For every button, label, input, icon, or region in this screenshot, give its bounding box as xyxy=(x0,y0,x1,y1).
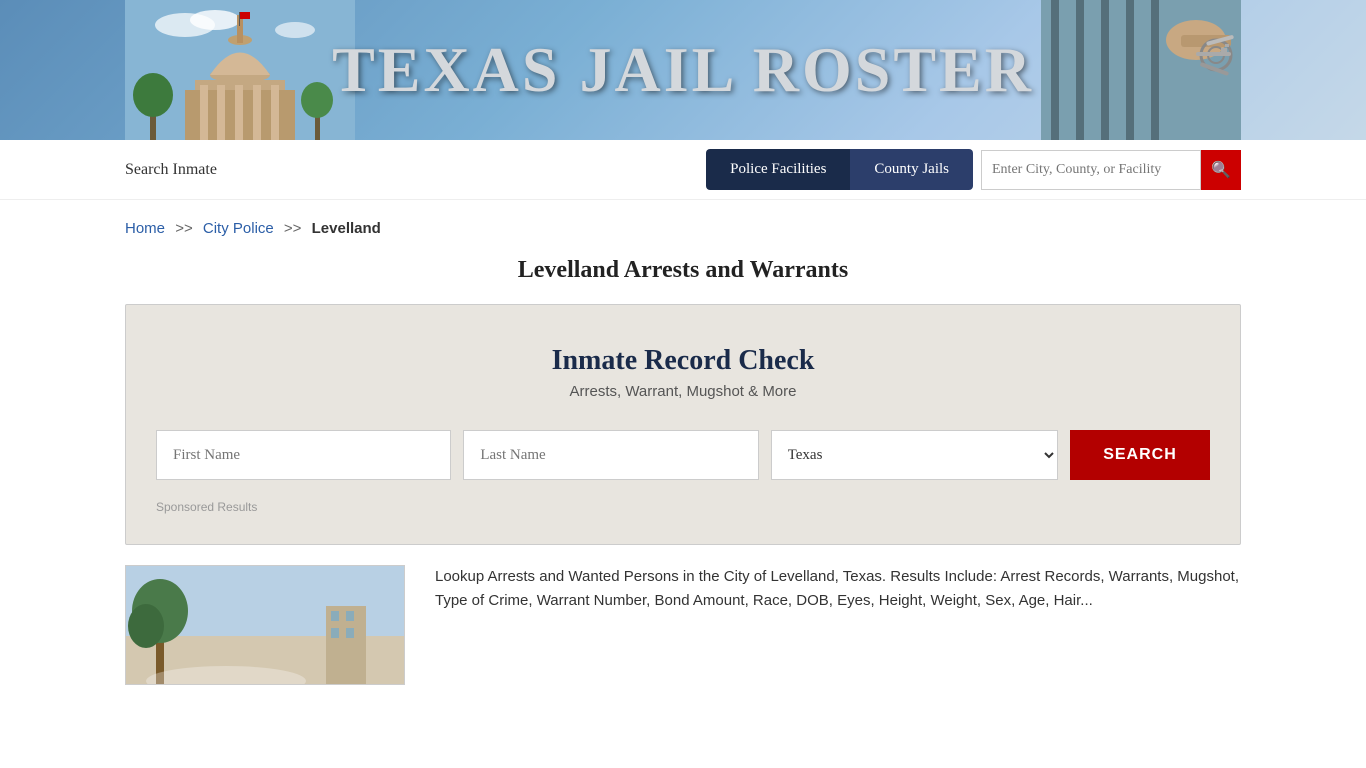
county-jails-button[interactable]: County Jails xyxy=(850,149,973,190)
breadcrumb-separator-1: >> xyxy=(175,220,193,237)
inmate-search-form: AlabamaAlaskaArizonaArkansasCaliforniaCo… xyxy=(156,430,1210,480)
inmate-search-button[interactable]: SEARCH xyxy=(1070,430,1210,480)
facility-search-input[interactable] xyxy=(981,150,1201,190)
search-inmate-label: Search Inmate xyxy=(125,161,217,179)
capitol-image xyxy=(125,0,355,140)
keys-image xyxy=(1041,0,1241,140)
page-title: Levelland Arrests and Warrants xyxy=(125,257,1241,284)
sponsored-label: Sponsored Results xyxy=(156,500,1210,514)
bottom-content: Lookup Arrests and Wanted Persons in the… xyxy=(0,545,1366,705)
header-banner: Texas Jail Roster xyxy=(0,0,1366,140)
record-check-subtitle: Arrests, Warrant, Mugshot & More xyxy=(156,383,1210,400)
breadcrumb-current: Levelland xyxy=(312,220,381,237)
site-title: Texas Jail Roster xyxy=(332,33,1034,107)
breadcrumb-city-police[interactable]: City Police xyxy=(203,220,274,237)
facility-search-button[interactable]: 🔍 xyxy=(1201,150,1241,190)
breadcrumb: Home >> City Police >> Levelland xyxy=(0,200,1366,247)
record-check-title: Inmate Record Check xyxy=(156,345,1210,377)
record-check-box: Inmate Record Check Arrests, Warrant, Mu… xyxy=(125,304,1241,545)
bottom-image xyxy=(125,565,405,685)
police-facilities-button[interactable]: Police Facilities xyxy=(706,149,850,190)
first-name-input[interactable] xyxy=(156,430,451,480)
breadcrumb-home[interactable]: Home xyxy=(125,220,165,237)
nav-buttons: Police Facilities County Jails 🔍 xyxy=(706,149,1241,190)
page-title-area: Levelland Arrests and Warrants xyxy=(0,247,1366,304)
last-name-input[interactable] xyxy=(463,430,758,480)
facility-search-wrap: 🔍 xyxy=(981,150,1241,190)
bottom-description: Lookup Arrests and Wanted Persons in the… xyxy=(435,565,1241,613)
breadcrumb-separator-2: >> xyxy=(284,220,302,237)
search-icon: 🔍 xyxy=(1211,160,1231,180)
state-select[interactable]: AlabamaAlaskaArizonaArkansasCaliforniaCo… xyxy=(771,430,1058,480)
nav-area: Search Inmate Police Facilities County J… xyxy=(0,140,1366,200)
